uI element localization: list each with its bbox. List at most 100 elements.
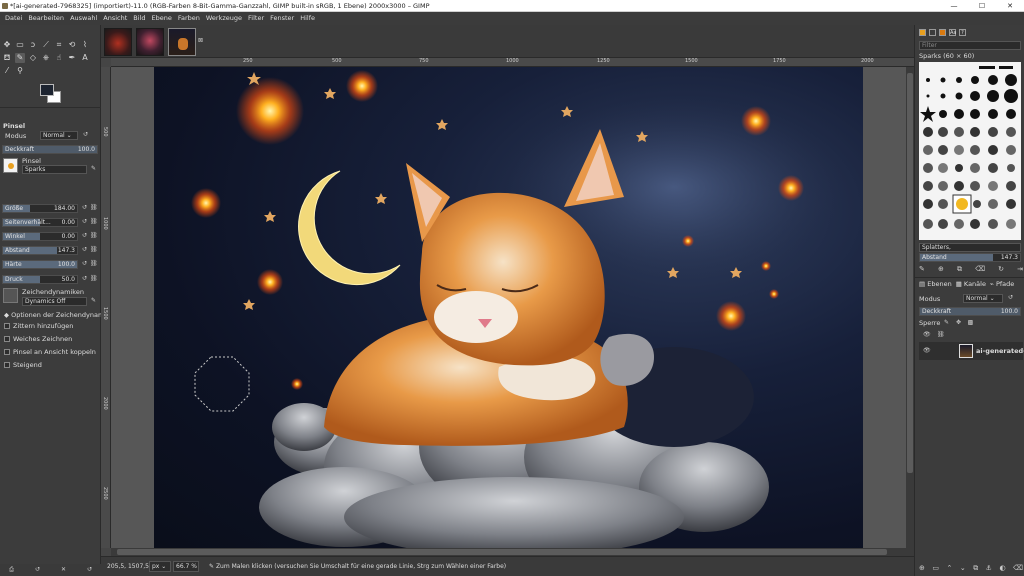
layers-tab[interactable]: ▤ Ebenen	[919, 280, 952, 288]
menu-ebene[interactable]: Ebene	[148, 12, 174, 25]
mode-select[interactable]: Normal ⌄	[40, 131, 78, 140]
pressure-slider[interactable]: Druck 50.0	[2, 275, 78, 284]
reset-options-icon[interactable]: ↺	[86, 566, 93, 574]
fuzzy-select-tool-icon[interactable]: ⟋	[41, 40, 51, 50]
menu-farben[interactable]: Farben	[175, 12, 203, 25]
channels-tab[interactable]: ▦ Kanäle	[956, 280, 986, 288]
brush-tags-input[interactable]: Splatters,	[919, 243, 1021, 252]
layer-mode-select[interactable]: Normal ⌄	[963, 294, 1003, 303]
chain-hardness-icon[interactable]: ⛓	[90, 260, 98, 268]
zoom-select[interactable]: 66.7 % ⌄	[173, 561, 199, 576]
chain-spacing-icon[interactable]: ⛓	[90, 246, 98, 254]
reset-angle-icon[interactable]: ↺	[81, 232, 88, 240]
lock-position-icon[interactable]: ✥	[955, 319, 962, 327]
incremental-checkbox[interactable]	[4, 362, 10, 368]
edit-brush-icon[interactable]: ✎	[90, 165, 97, 173]
patterns-tab-icon[interactable]	[929, 29, 936, 36]
chain-size-icon[interactable]: ⛓	[90, 204, 98, 212]
crop-tool-icon[interactable]: ⌗	[54, 40, 64, 50]
brush-spacing-slider[interactable]: Abstand 147.3	[919, 253, 1021, 262]
new-group-icon[interactable]: ▭	[932, 564, 939, 574]
lower-layer-icon[interactable]: ⌄	[960, 564, 966, 574]
anchor-layer-icon[interactable]: ⚓	[986, 564, 992, 574]
open-brush-folder-icon[interactable]: ⇥	[1017, 265, 1023, 275]
dynamics-field[interactable]: Dynamics Off	[22, 297, 87, 306]
layer-mode-switch-icon[interactable]: ↺	[1007, 294, 1014, 302]
transform-tool-icon[interactable]: ⟲	[67, 40, 77, 50]
restore-options-icon[interactable]: ↺	[34, 566, 41, 574]
angle-slider[interactable]: Winkel 0.00	[2, 232, 78, 241]
menu-filter[interactable]: Filter	[245, 12, 267, 25]
brush-filter-input[interactable]: Filter	[919, 41, 1021, 50]
chain-angle-icon[interactable]: ⛓	[90, 232, 98, 240]
unit-select[interactable]: px ⌄	[149, 561, 171, 572]
horizontal-scrollbar[interactable]	[111, 548, 914, 556]
image-tab-2[interactable]	[136, 28, 164, 56]
menu-ansicht[interactable]: Ansicht	[100, 12, 130, 25]
bucket-fill-tool-icon[interactable]: ⛾	[2, 53, 12, 63]
opacity-slider[interactable]: Deckkraft 100.0	[2, 145, 98, 154]
path-tool-icon[interactable]: ✒	[67, 53, 77, 63]
layer-visibility-icon[interactable]: 👁	[923, 347, 931, 355]
image-canvas[interactable]	[154, 67, 863, 548]
lasso-tool-icon[interactable]: ↄ	[28, 40, 38, 50]
color-picker-tool-icon[interactable]: ⁄	[2, 66, 12, 76]
edit-brush-action-icon[interactable]: ✎	[919, 265, 925, 275]
gradients-tab-icon[interactable]	[939, 29, 946, 36]
duplicate-layer-icon[interactable]: ⧉	[973, 564, 978, 574]
eraser-tool-icon[interactable]: ◇	[28, 53, 38, 63]
raise-layer-icon[interactable]: ⌃	[946, 564, 952, 574]
dynamics-preview[interactable]	[3, 288, 18, 303]
lock-pixels-icon[interactable]: ✎	[943, 319, 950, 327]
layer-name[interactable]: ai-generated-7	[976, 347, 1024, 355]
foreground-color-swatch[interactable]	[40, 84, 54, 96]
minimize-button[interactable]: —	[940, 0, 968, 12]
text-tool-icon[interactable]: A	[80, 53, 90, 63]
chain-pressure-icon[interactable]: ⛓	[90, 275, 98, 283]
new-layer-icon[interactable]: ⊕	[919, 564, 925, 574]
vertical-scrollbar[interactable]	[906, 67, 914, 548]
spacing-slider[interactable]: Abstand 147.3	[2, 246, 78, 255]
refresh-brushes-icon[interactable]: ↻	[998, 265, 1004, 275]
smudge-tool-icon[interactable]: ☝	[54, 53, 64, 63]
vertical-scroll-thumb[interactable]	[907, 73, 913, 473]
rect-select-tool-icon[interactable]: ▭	[15, 40, 25, 50]
brush-preview[interactable]	[3, 158, 18, 173]
reset-hardness-icon[interactable]: ↺	[81, 260, 88, 268]
jitter-checkbox[interactable]	[4, 323, 10, 329]
paintbrush-tool-icon[interactable]: ✎	[15, 53, 25, 63]
brush-name-field[interactable]: Sparks	[22, 165, 87, 174]
duplicate-brush-icon[interactable]: ⧉	[957, 265, 962, 275]
menu-bild[interactable]: Bild	[130, 12, 148, 25]
image-tab-3-active[interactable]	[168, 28, 196, 56]
reset-mode-icon[interactable]: ↺	[82, 131, 89, 139]
menu-hilfe[interactable]: Hilfe	[297, 12, 318, 25]
menu-bearbeiten[interactable]: Bearbeiten	[25, 12, 67, 25]
reset-spacing-icon[interactable]: ↺	[81, 246, 88, 254]
close-button[interactable]: ✕	[996, 0, 1024, 12]
delete-layer-icon[interactable]: ⌫	[1013, 564, 1023, 574]
menu-datei[interactable]: Datei	[2, 12, 25, 25]
maximize-button[interactable]: ☐	[968, 0, 996, 12]
fonts-tab-icon[interactable]: Aa	[949, 29, 956, 36]
layer-opacity-slider[interactable]: Deckkraft 100.0	[919, 307, 1021, 316]
new-brush-icon[interactable]: ⊕	[938, 265, 944, 275]
clone-tool-icon[interactable]: ⎈	[41, 53, 51, 63]
delete-brush-icon[interactable]: ⌫	[975, 265, 985, 275]
help-tab-icon[interactable]: ?	[959, 29, 966, 36]
lock-to-view-checkbox[interactable]	[4, 349, 10, 355]
menu-werkzeuge[interactable]: Werkzeuge	[203, 12, 245, 25]
aspect-ratio-slider[interactable]: Seitenverhält... 0.00	[2, 218, 78, 227]
hardness-slider[interactable]: Härte 100.0	[2, 260, 78, 269]
layer-row[interactable]: 👁 ai-generated-7	[919, 342, 1024, 360]
mask-layer-icon[interactable]: ◐	[999, 564, 1005, 574]
brush-grid[interactable]	[919, 62, 1021, 240]
paths-tab[interactable]: ⌁ Pfade	[990, 280, 1014, 288]
lock-alpha-icon[interactable]: ▩	[967, 319, 974, 327]
size-slider[interactable]: Größe 184.00	[2, 204, 78, 213]
image-tab-1[interactable]	[104, 28, 132, 56]
brushes-tab-icon[interactable]	[919, 29, 926, 36]
reset-aspect-icon[interactable]: ↺	[81, 218, 88, 226]
move-tool-icon[interactable]: ✥	[2, 40, 12, 50]
chain-aspect-icon[interactable]: ⛓	[90, 218, 98, 226]
